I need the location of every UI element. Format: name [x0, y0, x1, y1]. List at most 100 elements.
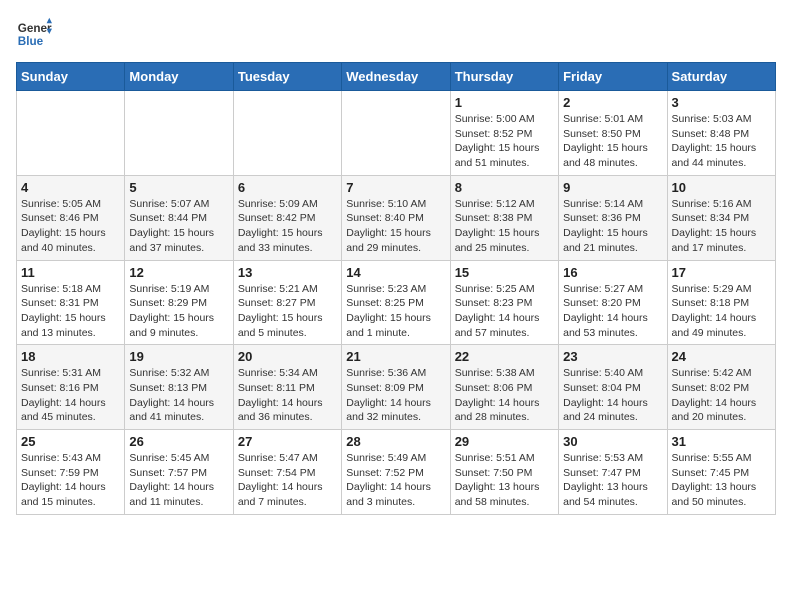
day-info: Sunrise: 5:23 AMSunset: 8:25 PMDaylight:… — [346, 282, 445, 341]
day-info: Sunrise: 5:19 AMSunset: 8:29 PMDaylight:… — [129, 282, 228, 341]
calendar-cell: 13 Sunrise: 5:21 AMSunset: 8:27 PMDayligh… — [233, 260, 341, 345]
calendar-cell: 24 Sunrise: 5:42 AMSunset: 8:02 PMDayligh… — [667, 345, 775, 430]
day-info: Sunrise: 5:29 AMSunset: 8:18 PMDaylight:… — [672, 282, 771, 341]
calendar-week-4: 18 Sunrise: 5:31 AMSunset: 8:16 PMDayligh… — [17, 345, 776, 430]
calendar-cell: 10 Sunrise: 5:16 AMSunset: 8:34 PMDayligh… — [667, 175, 775, 260]
day-info: Sunrise: 5:21 AMSunset: 8:27 PMDaylight:… — [238, 282, 337, 341]
day-number: 31 — [672, 434, 771, 449]
calendar-cell: 14Sunrise: 5:23 AMSunset: 8:25 PMDayligh… — [342, 260, 450, 345]
calendar-cell: 5 Sunrise: 5:07 AMSunset: 8:44 PMDaylight… — [125, 175, 233, 260]
weekday-header-wednesday: Wednesday — [342, 63, 450, 91]
day-info: Sunrise: 5:53 AMSunset: 7:47 PMDaylight:… — [563, 451, 662, 510]
day-number: 9 — [563, 180, 662, 195]
day-number: 23 — [563, 349, 662, 364]
day-info: Sunrise: 5:47 AMSunset: 7:54 PMDaylight:… — [238, 451, 337, 510]
calendar-cell: 25Sunrise: 5:43 AMSunset: 7:59 PMDayligh… — [17, 430, 125, 515]
calendar-week-3: 11 Sunrise: 5:18 AMSunset: 8:31 PMDayligh… — [17, 260, 776, 345]
weekday-header-sunday: Sunday — [17, 63, 125, 91]
calendar-cell: 28Sunrise: 5:49 AMSunset: 7:52 PMDayligh… — [342, 430, 450, 515]
calendar-cell: 19 Sunrise: 5:32 AMSunset: 8:13 PMDayligh… — [125, 345, 233, 430]
day-number: 25 — [21, 434, 120, 449]
day-number: 17 — [672, 265, 771, 280]
day-number: 28 — [346, 434, 445, 449]
calendar-cell: 2 Sunrise: 5:01 AMSunset: 8:50 PMDaylight… — [559, 91, 667, 176]
day-number: 5 — [129, 180, 228, 195]
day-number: 26 — [129, 434, 228, 449]
day-info: Sunrise: 5:38 AMSunset: 8:06 PMDaylight:… — [455, 366, 554, 425]
day-number: 4 — [21, 180, 120, 195]
day-info: Sunrise: 5:31 AMSunset: 8:16 PMDaylight:… — [21, 366, 120, 425]
day-number: 11 — [21, 265, 120, 280]
weekday-header-thursday: Thursday — [450, 63, 558, 91]
day-number: 1 — [455, 95, 554, 110]
calendar-cell: 30 Sunrise: 5:53 AMSunset: 7:47 PMDayligh… — [559, 430, 667, 515]
calendar-cell — [233, 91, 341, 176]
calendar-week-1: 1 Sunrise: 5:00 AMSunset: 8:52 PMDaylight… — [17, 91, 776, 176]
calendar-cell: 18 Sunrise: 5:31 AMSunset: 8:16 PMDayligh… — [17, 345, 125, 430]
day-info: Sunrise: 5:55 AMSunset: 7:45 PMDaylight:… — [672, 451, 771, 510]
day-info: Sunrise: 5:10 AMSunset: 8:40 PMDaylight:… — [346, 197, 445, 256]
calendar-cell: 3 Sunrise: 5:03 AMSunset: 8:48 PMDaylight… — [667, 91, 775, 176]
day-number: 27 — [238, 434, 337, 449]
calendar-cell: 8 Sunrise: 5:12 AMSunset: 8:38 PMDaylight… — [450, 175, 558, 260]
day-number: 3 — [672, 95, 771, 110]
day-info: Sunrise: 5:42 AMSunset: 8:02 PMDaylight:… — [672, 366, 771, 425]
calendar-cell: 20Sunrise: 5:34 AMSunset: 8:11 PMDayligh… — [233, 345, 341, 430]
day-info: Sunrise: 5:03 AMSunset: 8:48 PMDaylight:… — [672, 112, 771, 171]
calendar-cell: 11 Sunrise: 5:18 AMSunset: 8:31 PMDayligh… — [17, 260, 125, 345]
calendar-cell: 9 Sunrise: 5:14 AMSunset: 8:36 PMDaylight… — [559, 175, 667, 260]
day-info: Sunrise: 5:51 AMSunset: 7:50 PMDaylight:… — [455, 451, 554, 510]
page-header: General Blue — [16, 16, 776, 52]
day-info: Sunrise: 5:14 AMSunset: 8:36 PMDaylight:… — [563, 197, 662, 256]
day-number: 12 — [129, 265, 228, 280]
day-info: Sunrise: 5:16 AMSunset: 8:34 PMDaylight:… — [672, 197, 771, 256]
day-number: 16 — [563, 265, 662, 280]
calendar-cell: 15Sunrise: 5:25 AMSunset: 8:23 PMDayligh… — [450, 260, 558, 345]
day-info: Sunrise: 5:00 AMSunset: 8:52 PMDaylight:… — [455, 112, 554, 171]
weekday-header-monday: Monday — [125, 63, 233, 91]
day-number: 21 — [346, 349, 445, 364]
calendar-cell: 7Sunrise: 5:10 AMSunset: 8:40 PMDaylight… — [342, 175, 450, 260]
calendar-cell: 6 Sunrise: 5:09 AMSunset: 8:42 PMDaylight… — [233, 175, 341, 260]
day-info: Sunrise: 5:09 AMSunset: 8:42 PMDaylight:… — [238, 197, 337, 256]
calendar-week-2: 4 Sunrise: 5:05 AMSunset: 8:46 PMDaylight… — [17, 175, 776, 260]
day-number: 18 — [21, 349, 120, 364]
calendar-cell — [342, 91, 450, 176]
calendar-cell: 26 Sunrise: 5:45 AMSunset: 7:57 PMDayligh… — [125, 430, 233, 515]
day-number: 30 — [563, 434, 662, 449]
day-info: Sunrise: 5:05 AMSunset: 8:46 PMDaylight:… — [21, 197, 120, 256]
calendar-cell: 4 Sunrise: 5:05 AMSunset: 8:46 PMDaylight… — [17, 175, 125, 260]
weekday-header-tuesday: Tuesday — [233, 63, 341, 91]
day-info: Sunrise: 5:01 AMSunset: 8:50 PMDaylight:… — [563, 112, 662, 171]
calendar-cell: 23 Sunrise: 5:40 AMSunset: 8:04 PMDayligh… — [559, 345, 667, 430]
day-number: 8 — [455, 180, 554, 195]
calendar-cell: 22 Sunrise: 5:38 AMSunset: 8:06 PMDayligh… — [450, 345, 558, 430]
calendar-cell: 29Sunrise: 5:51 AMSunset: 7:50 PMDayligh… — [450, 430, 558, 515]
day-number: 13 — [238, 265, 337, 280]
day-info: Sunrise: 5:25 AMSunset: 8:23 PMDaylight:… — [455, 282, 554, 341]
day-info: Sunrise: 5:45 AMSunset: 7:57 PMDaylight:… — [129, 451, 228, 510]
calendar-cell: 31 Sunrise: 5:55 AMSunset: 7:45 PMDayligh… — [667, 430, 775, 515]
day-info: Sunrise: 5:07 AMSunset: 8:44 PMDaylight:… — [129, 197, 228, 256]
calendar-cell: 17 Sunrise: 5:29 AMSunset: 8:18 PMDayligh… — [667, 260, 775, 345]
calendar-cell: 27 Sunrise: 5:47 AMSunset: 7:54 PMDayligh… — [233, 430, 341, 515]
day-number: 19 — [129, 349, 228, 364]
calendar-cell: 12 Sunrise: 5:19 AMSunset: 8:29 PMDayligh… — [125, 260, 233, 345]
day-number: 2 — [563, 95, 662, 110]
day-number: 6 — [238, 180, 337, 195]
day-number: 24 — [672, 349, 771, 364]
logo: General Blue — [16, 16, 52, 52]
logo-icon: General Blue — [16, 16, 52, 52]
calendar-cell: 1 Sunrise: 5:00 AMSunset: 8:52 PMDaylight… — [450, 91, 558, 176]
day-number: 10 — [672, 180, 771, 195]
day-info: Sunrise: 5:32 AMSunset: 8:13 PMDaylight:… — [129, 366, 228, 425]
day-info: Sunrise: 5:18 AMSunset: 8:31 PMDaylight:… — [21, 282, 120, 341]
calendar-table: SundayMondayTuesdayWednesdayThursdayFrid… — [16, 62, 776, 515]
day-info: Sunrise: 5:12 AMSunset: 8:38 PMDaylight:… — [455, 197, 554, 256]
weekday-header-friday: Friday — [559, 63, 667, 91]
day-info: Sunrise: 5:40 AMSunset: 8:04 PMDaylight:… — [563, 366, 662, 425]
svg-text:Blue: Blue — [18, 35, 44, 48]
day-number: 22 — [455, 349, 554, 364]
calendar-cell: 16Sunrise: 5:27 AMSunset: 8:20 PMDayligh… — [559, 260, 667, 345]
weekday-header-saturday: Saturday — [667, 63, 775, 91]
